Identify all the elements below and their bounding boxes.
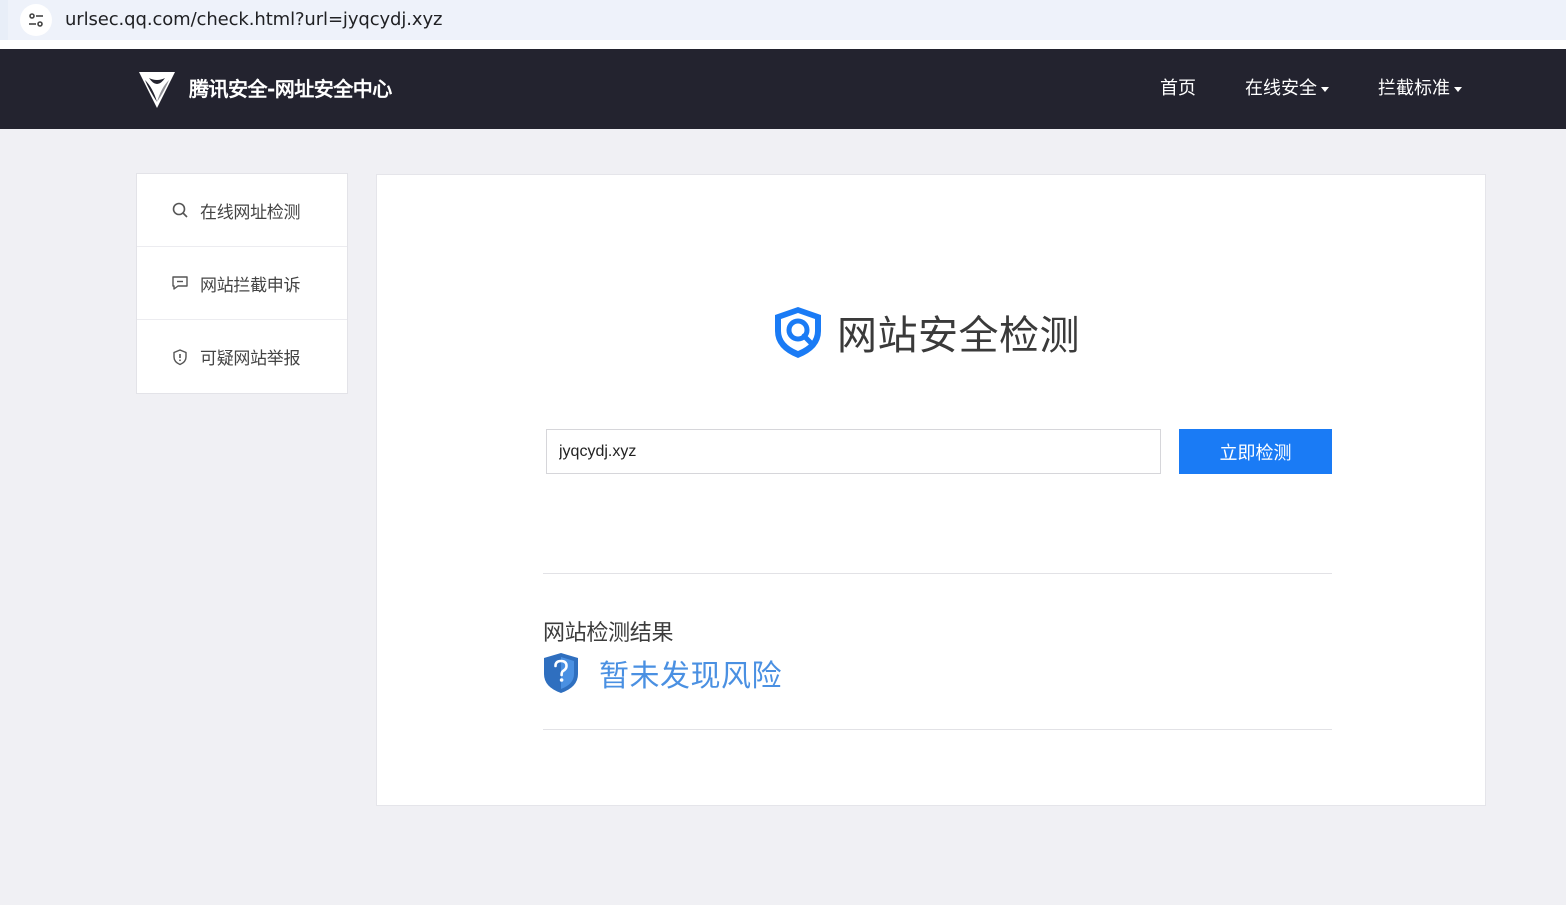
sidebar-item-label: 可疑网站举报 xyxy=(200,349,301,369)
sidebar-item-appeal[interactable]: 网站拦截申诉 xyxy=(137,247,347,320)
result-text: 暂未发现风险 xyxy=(599,659,782,694)
result-heading: 网站检测结果 xyxy=(543,621,674,646)
nav-block-standard-label: 拦截标准 xyxy=(1378,78,1450,99)
search-icon xyxy=(172,202,188,218)
nav-online-security-label: 在线安全 xyxy=(1245,78,1317,99)
nav-online-security[interactable]: 在线安全 xyxy=(1245,76,1329,102)
page-title: 网站安全检测 xyxy=(837,313,1080,359)
sidebar-menu: 在线网址检测 网站拦截申诉 可疑网站举报 xyxy=(136,173,348,394)
shield-search-icon xyxy=(775,307,821,358)
site-info-icon[interactable] xyxy=(20,4,52,36)
nav-home-label: 首页 xyxy=(1160,78,1196,99)
message-icon xyxy=(172,276,188,290)
site-header: 腾讯安全-网址安全中心 首页 在线安全 拦截标准 xyxy=(0,49,1566,129)
sidebar-item-label: 网站拦截申诉 xyxy=(200,275,301,296)
sidebar-item-url-check[interactable]: 在线网址检测 xyxy=(137,174,347,247)
shield-question-icon xyxy=(544,653,578,693)
url-text[interactable]: urlsec.qq.com/check.html?url=jyqcydj.xyz xyxy=(65,8,442,32)
divider xyxy=(543,573,1332,574)
omnibox[interactable]: urlsec.qq.com/check.html?url=jyqcydj.xyz xyxy=(8,0,1566,40)
nav-home[interactable]: 首页 xyxy=(1160,76,1196,102)
url-input[interactable] xyxy=(546,429,1161,474)
tencent-security-logo-icon[interactable] xyxy=(135,68,179,110)
sidebar-item-label: 在线网址检测 xyxy=(200,202,301,223)
check-now-button[interactable]: 立即检测 xyxy=(1179,429,1332,474)
main-panel: 网站安全检测 立即检测 网站检测结果 暂未发现风险 xyxy=(376,174,1486,806)
nav-block-standard[interactable]: 拦截标准 xyxy=(1378,76,1462,102)
caret-down-icon xyxy=(1321,86,1329,92)
shield-alert-icon xyxy=(173,348,187,365)
hero-title-block: 网站安全检测 xyxy=(769,303,1080,361)
sidebar-item-report[interactable]: 可疑网站举报 xyxy=(137,320,347,393)
caret-down-icon xyxy=(1454,86,1462,92)
divider xyxy=(543,729,1332,730)
toolbar-gap xyxy=(0,40,1566,49)
browser-address-bar: urlsec.qq.com/check.html?url=jyqcydj.xyz xyxy=(0,0,1566,40)
site-logo-text[interactable]: 腾讯安全-网址安全中心 xyxy=(189,75,392,103)
result-status: 暂未发现风险 xyxy=(543,651,782,695)
